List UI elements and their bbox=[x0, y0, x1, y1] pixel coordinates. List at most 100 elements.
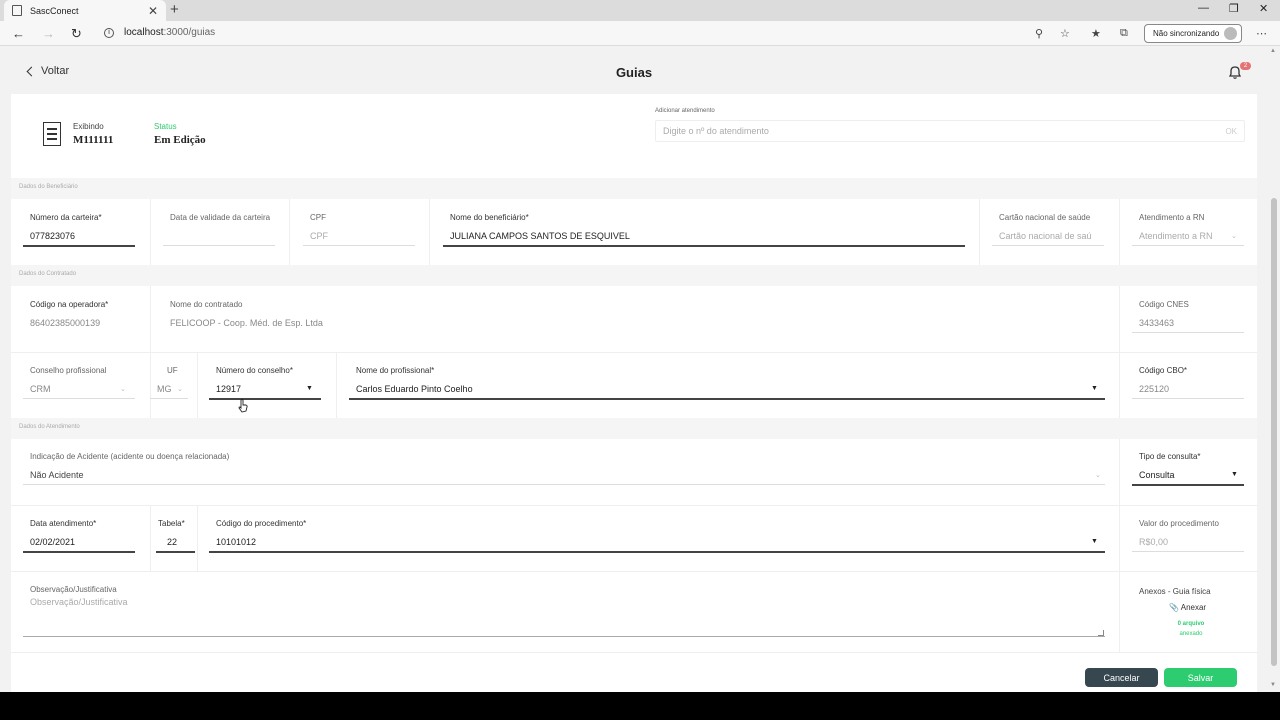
separator bbox=[336, 353, 337, 418]
separator bbox=[1119, 199, 1120, 265]
minimize-icon[interactable]: — bbox=[1198, 2, 1209, 14]
uf-select[interactable]: UF MG ⌄ bbox=[150, 366, 188, 399]
nome-beneficiario-underline bbox=[443, 245, 965, 247]
tab-title: SascConect bbox=[30, 5, 79, 16]
valor-value: R$0,00 bbox=[1139, 537, 1169, 547]
codigo-operadora-field[interactable]: Código na operadora* 86402385000139 bbox=[30, 300, 108, 328]
arquivos-count: 0 arquivo bbox=[1177, 621, 1205, 627]
anexar-button[interactable]: 📎 Anexar bbox=[1169, 603, 1206, 612]
cbo-value: 225120 bbox=[1139, 384, 1170, 394]
rn-select[interactable]: Atendimento a RN Atendimento a RN ⌄ bbox=[1132, 213, 1244, 246]
observacao-label: Observação/Justificativa bbox=[30, 585, 117, 594]
numero-conselho-label: Número do conselho* bbox=[216, 366, 293, 375]
scroll-down-icon[interactable]: ▼ bbox=[1270, 682, 1276, 688]
cnes-underline bbox=[1132, 332, 1244, 333]
cpf-field[interactable]: CPF CPF bbox=[303, 213, 415, 246]
separator bbox=[1119, 439, 1120, 505]
chevron-down-icon: ▼ bbox=[306, 385, 313, 392]
acidente-underline bbox=[23, 484, 1105, 485]
separator bbox=[289, 199, 290, 265]
observacao-textarea[interactable]: Observação/Justificativa Observação/Just… bbox=[30, 585, 128, 607]
acidente-row: Indicação de Acidente (acidente ou doenç… bbox=[11, 439, 1257, 505]
save-button[interactable]: Salvar bbox=[1164, 668, 1237, 687]
collections-icon[interactable]: ⧉ bbox=[1120, 27, 1128, 40]
observacao-placeholder: Observação/Justificativa bbox=[30, 597, 128, 607]
cbo-field[interactable]: Código CBO* 225120 bbox=[1132, 366, 1244, 399]
guia-summary: Exibindo M111111 Status Em Edição Adicio… bbox=[11, 94, 1257, 178]
profissional-select[interactable]: Nome do profissional* Carlos Eduardo Pin… bbox=[349, 366, 1105, 400]
separator bbox=[197, 353, 198, 418]
favorites-list-icon[interactable]: ★ bbox=[1091, 27, 1101, 40]
separator bbox=[1119, 286, 1120, 352]
scroll-up-icon[interactable]: ▲ bbox=[1270, 48, 1276, 54]
new-tab-button[interactable]: + bbox=[170, 1, 179, 18]
add-atendimento-placeholder: Digite o nº do atendimento bbox=[663, 126, 769, 136]
notification-button[interactable]: 2 bbox=[1227, 62, 1251, 80]
conselho-select[interactable]: Conselho profissional CRM ⌄ bbox=[23, 366, 135, 399]
cnes-label: Código CNES bbox=[1139, 300, 1189, 309]
valor-field[interactable]: Valor do procedimento R$0,00 bbox=[1132, 519, 1244, 552]
carteira-field[interactable]: Número da carteira* 077823076 bbox=[23, 213, 135, 247]
valor-underline bbox=[1132, 551, 1244, 552]
profissional-underline bbox=[349, 398, 1105, 400]
page-scrollbar[interactable]: ▲ ▼ bbox=[1268, 46, 1280, 692]
acidente-value: Não Acidente bbox=[30, 470, 84, 480]
data-atendimento-field[interactable]: Data atendimento* 02/02/2021 bbox=[23, 519, 135, 553]
separator bbox=[150, 199, 151, 265]
close-tab-icon[interactable]: ✕ bbox=[148, 4, 158, 18]
reload-icon[interactable]: ↻ bbox=[71, 26, 82, 42]
cns-field[interactable]: Cartão nacional de saúde Cartão nacional… bbox=[992, 213, 1104, 246]
arquivos-suffix: anexado bbox=[1179, 631, 1203, 637]
page-header: Voltar Guias 2 bbox=[0, 46, 1268, 94]
favorite-star-icon[interactable]: ☆ bbox=[1060, 27, 1070, 40]
separator bbox=[1119, 572, 1120, 652]
cnes-field[interactable]: Código CNES 3433463 bbox=[1132, 300, 1244, 333]
nome-beneficiario-field[interactable]: Nome do beneficiário* JULIANA CAMPOS SAN… bbox=[443, 213, 965, 247]
status-label: Status bbox=[154, 122, 177, 131]
profile-sync-button[interactable]: Não sincronizando bbox=[1144, 24, 1243, 43]
chevron-down-icon: ▼ bbox=[1091, 385, 1098, 392]
resize-handle[interactable] bbox=[1098, 630, 1104, 636]
page-title: Guias bbox=[615, 65, 653, 80]
validade-label: Data de validade da carteira bbox=[170, 213, 271, 222]
tabela-label: Tabela* bbox=[158, 519, 185, 528]
add-atendimento-ok-button[interactable]: OK bbox=[1225, 127, 1237, 136]
notification-badge: 2 bbox=[1240, 62, 1251, 70]
validade-field[interactable]: Data de validade da carteira bbox=[163, 213, 275, 246]
scrollbar-thumb[interactable] bbox=[1271, 198, 1277, 666]
avatar bbox=[1224, 27, 1238, 40]
tabela-field[interactable]: Tabela* 22 bbox=[156, 519, 195, 553]
data-atendimento-label: Data atendimento* bbox=[30, 519, 97, 528]
forward-arrow-icon[interactable]: → bbox=[42, 26, 55, 41]
url-field[interactable]: i localhost:3000/guias bbox=[104, 27, 215, 38]
more-menu-icon[interactable]: ⋯ bbox=[1256, 27, 1267, 40]
carteira-label: Número da carteira* bbox=[30, 213, 102, 222]
browser-tab[interactable]: SascConect ✕ bbox=[4, 0, 166, 21]
section-atendimento: Dados do Atendimento bbox=[11, 418, 1257, 439]
add-atendimento-label: Adicionar atendimento bbox=[655, 108, 715, 114]
nome-contratado-field[interactable]: Nome do contratado FELICOOP - Coop. Méd.… bbox=[170, 300, 323, 328]
anexos-label: Anexos - Guia física bbox=[1139, 587, 1211, 596]
procedimento-select[interactable]: Código do procedimento* 10101012 ▼ bbox=[209, 519, 1105, 553]
key-icon[interactable]: ⚲ bbox=[1035, 27, 1043, 40]
paperclip-icon: 📎 bbox=[1169, 603, 1179, 612]
cpf-label: CPF bbox=[310, 213, 326, 222]
exibindo-block: Exibindo M111111 bbox=[73, 122, 113, 146]
restore-icon[interactable]: ❐ bbox=[1229, 2, 1239, 15]
browser-tabbar: SascConect ✕ + — ❐ ✕ bbox=[0, 0, 1280, 21]
tipo-consulta-select[interactable]: Tipo de consulta* Consulta ▼ bbox=[1132, 452, 1244, 486]
section-contratado: Dados do Contratado bbox=[11, 265, 1257, 286]
numero-conselho-select[interactable]: Número do conselho* 12917 ▼ bbox=[209, 366, 321, 400]
acidente-select[interactable]: Indicação de Acidente (acidente ou doenç… bbox=[23, 452, 1105, 485]
cancel-button[interactable]: Cancelar bbox=[1085, 668, 1158, 687]
info-icon[interactable]: i bbox=[104, 27, 114, 38]
tabela-underline bbox=[156, 551, 195, 553]
status-block: Status Em Edição bbox=[154, 122, 206, 146]
add-atendimento-input[interactable]: Digite o nº do atendimento OK bbox=[655, 120, 1245, 142]
separator bbox=[11, 652, 1257, 653]
back-arrow-icon[interactable]: ← bbox=[12, 26, 25, 41]
window-close-icon[interactable]: ✕ bbox=[1259, 2, 1268, 15]
chevron-down-icon: ▼ bbox=[1091, 538, 1098, 545]
contratado-row: Código na operadora* 86402385000139 Nome… bbox=[11, 286, 1257, 352]
exibindo-label: Exibindo bbox=[73, 122, 104, 131]
